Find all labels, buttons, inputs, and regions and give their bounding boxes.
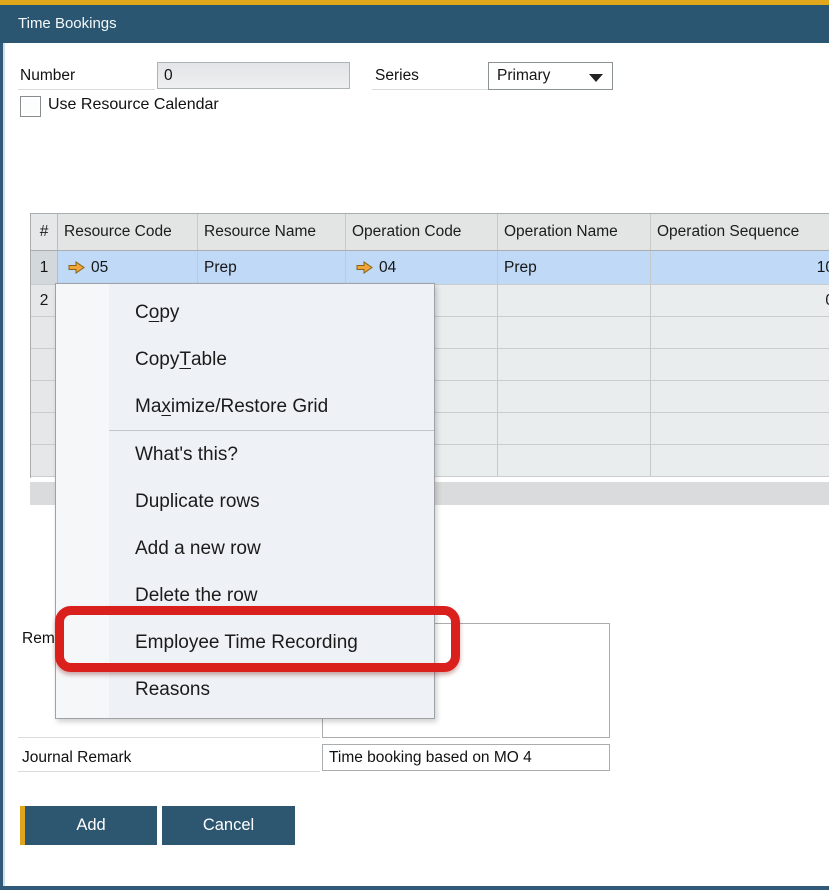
operation-sequence-cell[interactable]: 0 bbox=[651, 285, 829, 316]
col-header-resource-name[interactable]: Resource Name bbox=[198, 214, 346, 250]
series-dropdown-value: Primary bbox=[497, 67, 550, 85]
menu-item-add-a-new-row[interactable]: Add a new row bbox=[56, 525, 434, 572]
link-arrow-icon[interactable] bbox=[68, 261, 85, 274]
use-resource-calendar-label: Use Resource Calendar bbox=[48, 96, 219, 114]
col-header-row-number[interactable]: # bbox=[31, 214, 58, 250]
row-number-cell[interactable] bbox=[31, 381, 58, 412]
operation-sequence-cell[interactable] bbox=[651, 413, 829, 444]
series-dropdown[interactable]: Primary bbox=[488, 62, 613, 90]
col-header-operation-code[interactable]: Operation Code bbox=[346, 214, 498, 250]
operation-sequence-cell[interactable]: 10 bbox=[651, 251, 829, 284]
row-number-cell[interactable] bbox=[31, 413, 58, 444]
menu-item-employee-time-recording[interactable]: Employee Time Recording bbox=[56, 619, 434, 666]
time-bookings-window: Time Bookings Number 0 Series Primary Us… bbox=[0, 0, 829, 890]
grid-context-menu: Copy Copy Table Maximize/Restore Grid Wh… bbox=[55, 283, 435, 719]
operation-sequence-cell[interactable] bbox=[651, 445, 829, 476]
menu-item-whats-this[interactable]: What's this? bbox=[56, 431, 434, 478]
journal-remark-label: Journal Remark bbox=[22, 749, 131, 766]
menu-item-reasons[interactable]: Reasons bbox=[56, 666, 434, 713]
use-resource-calendar-checkbox[interactable] bbox=[20, 96, 41, 117]
operation-name-cell[interactable] bbox=[498, 445, 651, 476]
resource-name-cell[interactable]: Prep bbox=[198, 251, 346, 284]
menu-item-delete-the-row[interactable]: Delete the row bbox=[56, 572, 434, 619]
operation-sequence-cell[interactable] bbox=[651, 349, 829, 380]
col-header-resource-code[interactable]: Resource Code bbox=[58, 214, 198, 250]
window-left-border-inner bbox=[3, 43, 5, 887]
operation-name-cell[interactable] bbox=[498, 317, 651, 348]
col-header-operation-sequence[interactable]: Operation Sequence bbox=[651, 214, 829, 250]
add-button[interactable]: Add bbox=[20, 806, 157, 845]
row-number-cell[interactable]: 1 bbox=[31, 251, 58, 284]
cancel-button[interactable]: Cancel bbox=[162, 806, 295, 845]
window-bottom-border bbox=[0, 886, 829, 890]
chevron-down-icon bbox=[589, 74, 603, 82]
operation-sequence-cell[interactable] bbox=[651, 317, 829, 348]
menu-item-maximize-restore-grid[interactable]: Maximize/Restore Grid bbox=[56, 383, 434, 430]
operation-name-cell[interactable] bbox=[498, 285, 651, 316]
journal-remark-label-cell: Journal Remark bbox=[18, 744, 320, 772]
journal-remark-input[interactable]: Time booking based on MO 4 bbox=[322, 744, 610, 771]
window-titlebar: Time Bookings bbox=[0, 5, 829, 43]
window-title: Time Bookings bbox=[18, 5, 117, 43]
operation-name-cell[interactable]: Prep bbox=[498, 251, 651, 284]
row-number-cell[interactable] bbox=[31, 349, 58, 380]
number-label-cell: Number bbox=[18, 62, 155, 90]
resource-code-cell[interactable]: 05 bbox=[58, 251, 198, 284]
menu-item-copy[interactable]: Copy bbox=[56, 289, 434, 336]
number-input[interactable]: 0 bbox=[157, 62, 350, 89]
operation-code-value: 04 bbox=[379, 259, 396, 277]
row-number-cell[interactable]: 2 bbox=[31, 285, 58, 316]
series-label-cell: Series bbox=[372, 62, 488, 90]
row-number-cell[interactable] bbox=[31, 445, 58, 476]
operation-name-cell[interactable] bbox=[498, 381, 651, 412]
number-label: Number bbox=[20, 67, 75, 84]
resource-code-value: 05 bbox=[91, 259, 108, 277]
series-label: Series bbox=[375, 67, 419, 84]
menu-item-duplicate-rows[interactable]: Duplicate rows bbox=[56, 478, 434, 525]
col-header-operation-name[interactable]: Operation Name bbox=[498, 214, 651, 250]
operation-name-cell[interactable] bbox=[498, 349, 651, 380]
operation-code-cell[interactable]: 04 bbox=[346, 251, 498, 284]
menu-item-copy-table[interactable]: Copy Table bbox=[56, 336, 434, 383]
operation-name-cell[interactable] bbox=[498, 413, 651, 444]
operation-sequence-cell[interactable] bbox=[651, 381, 829, 412]
table-row[interactable]: 1 05 Prep 04 Prep 10 bbox=[31, 251, 829, 285]
grid-header-row: # Resource Code Resource Name Operation … bbox=[31, 214, 829, 251]
link-arrow-icon[interactable] bbox=[356, 261, 373, 274]
row-number-cell[interactable] bbox=[31, 317, 58, 348]
